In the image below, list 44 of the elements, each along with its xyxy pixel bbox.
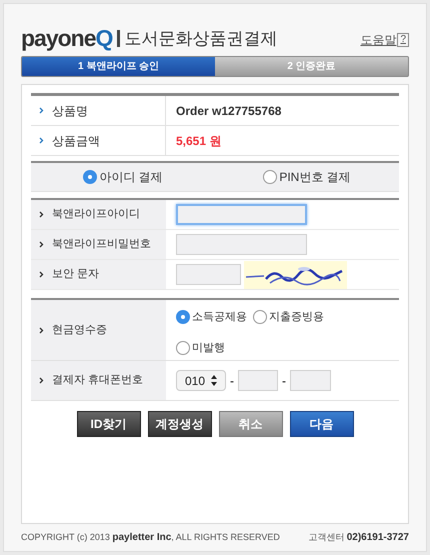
spinner-icon bbox=[211, 375, 217, 386]
radio-label[interactable]: 아이디 결제 bbox=[99, 168, 163, 186]
help-link[interactable]: 도움말 ? bbox=[360, 31, 409, 49]
action-button[interactable]: ID찾기 bbox=[76, 411, 140, 437]
radio-button[interactable] bbox=[263, 170, 278, 184]
field-label: 상품금액 bbox=[52, 132, 100, 150]
chevron-icon bbox=[39, 211, 44, 218]
radio-label[interactable]: 소득공제용 bbox=[192, 309, 247, 326]
input-field[interactable] bbox=[176, 264, 241, 285]
input-field[interactable] bbox=[238, 370, 278, 391]
support-label: 고객센터 bbox=[308, 530, 345, 544]
chevron-icon bbox=[39, 377, 44, 384]
price-value: 5,651 원 bbox=[176, 132, 222, 150]
input-field[interactable] bbox=[176, 234, 307, 255]
action-button[interactable]: 계정생성 bbox=[148, 411, 212, 437]
chevron-icon bbox=[39, 326, 44, 334]
input-field[interactable] bbox=[176, 204, 307, 225]
radio-button[interactable] bbox=[176, 340, 190, 355]
copyright-text: COPYRIGHT (c) 2013 payletter Inc, ALL RIGHTS RESERVED bbox=[21, 531, 280, 545]
logo: payoneQ bbox=[21, 27, 112, 50]
radio-button[interactable] bbox=[176, 310, 190, 324]
field-label: 북앤라이프아이디 bbox=[52, 207, 140, 222]
input-field[interactable] bbox=[290, 370, 331, 391]
field-label: 결제자 휴대폰번호 bbox=[52, 373, 144, 388]
page-title: 도서문화상품권결제 bbox=[117, 30, 278, 47]
separator: - bbox=[282, 372, 286, 390]
radio-button[interactable] bbox=[83, 170, 98, 184]
separator: - bbox=[230, 372, 234, 390]
order-name: Order w127755768 bbox=[176, 102, 282, 120]
radio-label[interactable]: 미발행 bbox=[192, 340, 225, 356]
field-label: 보안 문자 bbox=[52, 267, 100, 282]
radio-label[interactable]: 지출증빙용 bbox=[269, 309, 324, 326]
phone-prefix-select[interactable]: 010 bbox=[176, 370, 226, 391]
radio-label[interactable]: PIN번호 결제 bbox=[279, 168, 351, 186]
action-button[interactable]: 다음 bbox=[290, 411, 354, 437]
support-phone: 02)6191-3727 bbox=[346, 531, 409, 545]
chevron-icon bbox=[39, 241, 44, 248]
field-label: 현금영수증 bbox=[52, 322, 107, 338]
chevron-icon bbox=[39, 137, 44, 144]
chevron-icon bbox=[39, 271, 44, 278]
radio-button[interactable] bbox=[253, 310, 267, 324]
chevron-icon bbox=[39, 107, 44, 114]
field-label: 상품명 bbox=[52, 102, 88, 120]
field-label: 북앤라이프비밀번호 bbox=[52, 237, 151, 252]
